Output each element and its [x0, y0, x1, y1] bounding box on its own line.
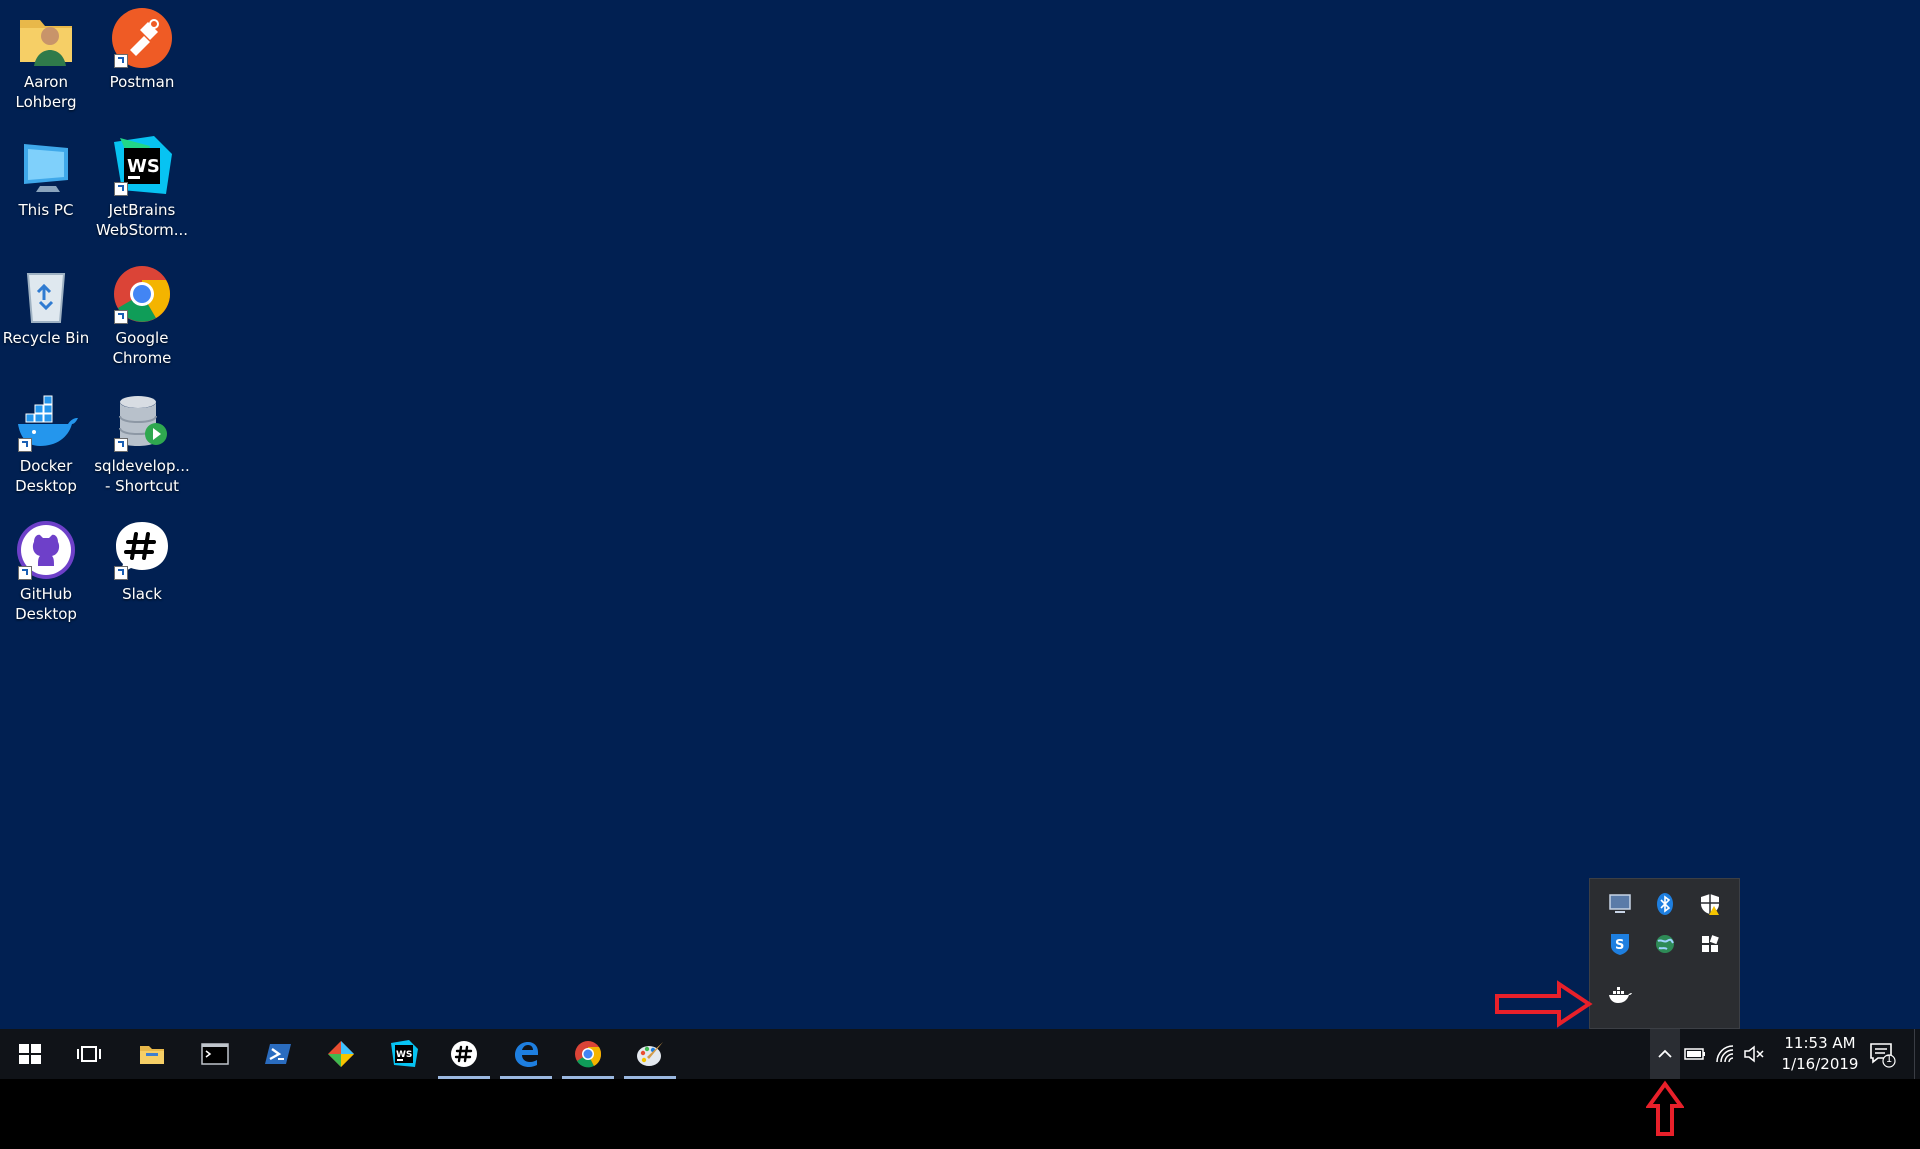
- desktop-icon-github-desktop[interactable]: GitHub Desktop: [0, 514, 94, 624]
- task-view-button[interactable]: [61, 1029, 117, 1079]
- chrome-icon: [110, 262, 174, 326]
- display-icon[interactable]: [1607, 891, 1633, 917]
- clock-time: 11:53 AM: [1784, 1034, 1856, 1052]
- command-prompt-button[interactable]: [187, 1029, 243, 1079]
- svg-text:WS: WS: [396, 1050, 412, 1060]
- recycle-bin-icon: [14, 262, 78, 326]
- action-center-button[interactable]: 1: [1868, 1039, 1898, 1069]
- chrome-taskbar-button[interactable]: [560, 1029, 616, 1079]
- sql-developer-icon: [110, 390, 174, 454]
- desktop-icon-label: Postman: [109, 73, 175, 91]
- slack-taskbar-button[interactable]: [436, 1029, 492, 1079]
- clock-date: 1/16/2019: [1781, 1055, 1859, 1073]
- desktop-icon-label: GitHub Desktop: [15, 585, 77, 623]
- svg-text:WS: WS: [127, 156, 160, 177]
- volume-muted-icon[interactable]: [1742, 1042, 1766, 1066]
- powershell-button[interactable]: [250, 1029, 306, 1079]
- desktop-icon-label: Recycle Bin: [2, 329, 90, 347]
- shortcut-arrow-icon: [114, 566, 128, 580]
- notification-icon: [1870, 1043, 1896, 1068]
- desktop-icon-label: Docker Desktop: [15, 457, 77, 495]
- network-globe-icon[interactable]: [1652, 931, 1678, 957]
- shortcut-arrow-icon: [114, 438, 128, 452]
- shortcut-arrow-icon: [18, 566, 32, 580]
- desktop-icon-label: sqldevelop... - Shortcut: [94, 457, 190, 495]
- desktop: Aaron Lohberg This PC Recycle Bin Docker…: [0, 0, 1920, 1029]
- tray-overflow-popup: S: [1589, 878, 1740, 1029]
- git-icon: [328, 1041, 354, 1067]
- slack-icon: [451, 1041, 477, 1067]
- edge-icon: [515, 1042, 538, 1067]
- chevron-up-icon: [1658, 1049, 1672, 1058]
- annotation-arrow-right: [1495, 980, 1593, 1028]
- desktop-icon-label: JetBrains WebStorm...: [95, 201, 189, 239]
- github-icon: [14, 518, 78, 582]
- desktop-icon-slack[interactable]: Slack: [94, 514, 190, 604]
- webstorm-button[interactable]: WS: [376, 1029, 432, 1079]
- battery-icon[interactable]: [1683, 1042, 1707, 1066]
- desktop-icon-aaron-lohberg[interactable]: Aaron Lohberg: [0, 2, 94, 112]
- shortcut-arrow-icon: [114, 54, 128, 68]
- computer-icon: [14, 134, 78, 198]
- docker-whale-icon[interactable]: [1607, 981, 1633, 1007]
- desktop-icon-google-chrome[interactable]: Google Chrome: [94, 258, 190, 368]
- sophos-shield-icon[interactable]: S: [1607, 931, 1633, 957]
- show-desktop-button[interactable]: [1914, 1029, 1920, 1079]
- desktop-icon-recycle-bin[interactable]: Recycle Bin: [0, 258, 94, 348]
- taskbar-clock[interactable]: 11:53 AM 1/16/2019: [1765, 1033, 1875, 1075]
- postman-icon: [110, 6, 174, 70]
- taskbar: WS 11:53 AM 1/16/2019 1: [0, 1029, 1920, 1079]
- paint-taskbar-button[interactable]: [622, 1029, 678, 1079]
- defender-warning-icon[interactable]: [1697, 891, 1723, 917]
- user-folder-icon: [14, 6, 78, 70]
- shortcut-arrow-icon: [114, 310, 128, 324]
- svg-text:S: S: [1615, 938, 1624, 953]
- desktop-icon-label: Google Chrome: [112, 329, 172, 367]
- show-hidden-icons-button[interactable]: [1650, 1029, 1680, 1079]
- folder-icon: [140, 1046, 164, 1064]
- desktop-icon-this-pc[interactable]: This PC: [0, 130, 94, 220]
- docker-icon: [14, 390, 78, 454]
- chrome-icon: [575, 1041, 602, 1068]
- paint-icon: [637, 1042, 663, 1066]
- desktop-icon-label: Slack: [122, 585, 162, 603]
- desktop-icon-label: Aaron Lohberg: [15, 73, 77, 111]
- edge-taskbar-button[interactable]: [498, 1029, 554, 1079]
- desktop-icon-label: This PC: [18, 201, 74, 219]
- webstorm-icon: WS: [391, 1040, 418, 1067]
- notification-count: 1: [1885, 1054, 1893, 1065]
- powershell-icon: [265, 1044, 291, 1064]
- shortcut-arrow-icon: [18, 438, 32, 452]
- desktop-icon-postman[interactable]: Postman: [94, 2, 190, 92]
- webstorm-icon: WS: [110, 134, 174, 198]
- task-view-icon: [77, 1046, 101, 1062]
- desktop-icon-docker-desktop[interactable]: Docker Desktop: [0, 386, 94, 496]
- desktop-icon-sqldeveloper[interactable]: sqldevelop... - Shortcut: [94, 386, 190, 496]
- slack-icon: [110, 518, 174, 582]
- wifi-icon[interactable]: [1713, 1042, 1737, 1066]
- file-explorer-button[interactable]: [124, 1029, 180, 1079]
- bluetooth-icon[interactable]: [1652, 891, 1678, 917]
- windows-start-icon: [19, 1044, 41, 1064]
- git-button[interactable]: [313, 1029, 369, 1079]
- cmd-icon: [201, 1043, 229, 1065]
- settings-puzzle-icon[interactable]: [1697, 931, 1723, 957]
- desktop-icon-webstorm[interactable]: WS JetBrains WebStorm...: [94, 130, 190, 240]
- annotation-arrow-up: [1646, 1080, 1684, 1136]
- start-button[interactable]: [2, 1029, 58, 1079]
- shortcut-arrow-icon: [114, 182, 128, 196]
